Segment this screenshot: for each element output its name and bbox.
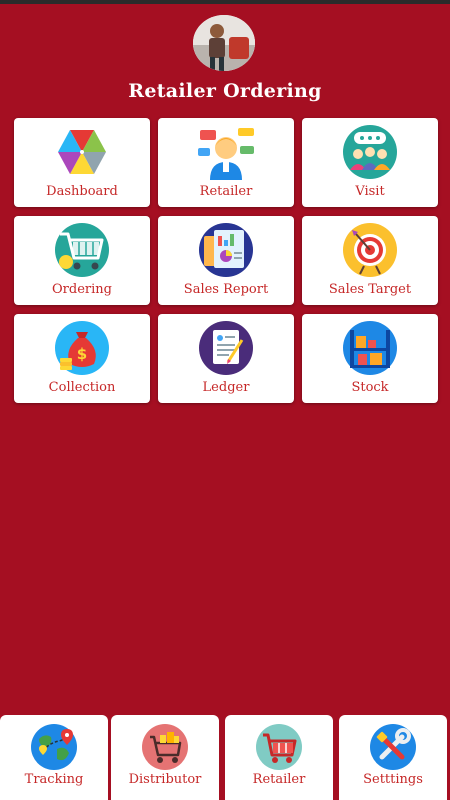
report-chart-icon bbox=[199, 223, 253, 277]
tools-icon bbox=[370, 724, 416, 770]
nav-distributor[interactable]: Distributor bbox=[111, 715, 219, 800]
collection-tile[interactable]: $ Collection bbox=[14, 314, 150, 403]
ledger-tile[interactable]: Ledger bbox=[158, 314, 294, 403]
group-chat-icon bbox=[343, 125, 397, 179]
sales-target-tile[interactable]: Sales Target bbox=[302, 216, 438, 305]
shopping-cart-icon bbox=[55, 223, 109, 277]
retailer-label: Retailer bbox=[199, 184, 253, 199]
dashboard-tile[interactable]: Dashboard bbox=[14, 118, 150, 207]
retailer-tile[interactable]: Retailer bbox=[158, 118, 294, 207]
nav-retailer-label: Retailer bbox=[252, 772, 306, 787]
collection-label: Collection bbox=[48, 380, 116, 395]
nav-retailer[interactable]: Retailer bbox=[225, 715, 333, 800]
retailer-cart-icon bbox=[256, 724, 302, 770]
bottom-nav: Tracking Distributor Retailer Setttings bbox=[0, 715, 450, 800]
ledger-label: Ledger bbox=[202, 380, 250, 395]
money-bag-icon: $ bbox=[55, 321, 109, 375]
target-arrow-icon bbox=[343, 223, 397, 277]
dashboard-label: Dashboard bbox=[46, 184, 118, 199]
ordering-label: Ordering bbox=[52, 282, 112, 297]
user-photo-icon bbox=[193, 15, 255, 71]
menu-grid: Dashboard Retailer Visit Ordering Sales … bbox=[14, 118, 438, 405]
ledger-document-icon bbox=[199, 321, 253, 375]
stock-label: Stock bbox=[351, 380, 389, 395]
status-bar bbox=[0, 0, 450, 4]
nav-settings-label: Setttings bbox=[363, 772, 423, 787]
nav-tracking[interactable]: Tracking bbox=[0, 715, 108, 800]
page-title: Retailer Ordering bbox=[128, 80, 322, 102]
nav-settings[interactable]: Setttings bbox=[339, 715, 447, 800]
sales-target-label: Sales Target bbox=[328, 282, 412, 297]
svg-text:$: $ bbox=[77, 345, 87, 363]
avatar[interactable] bbox=[193, 15, 255, 71]
retailer-person-icon bbox=[198, 128, 254, 180]
nav-tracking-label: Tracking bbox=[24, 772, 84, 787]
colorful-triangles-icon bbox=[58, 130, 106, 174]
globe-location-icon bbox=[31, 724, 77, 770]
visit-tile[interactable]: Visit bbox=[302, 118, 438, 207]
sales-report-label: Sales Report bbox=[183, 282, 269, 297]
nav-distributor-label: Distributor bbox=[128, 772, 202, 787]
sales-report-tile[interactable]: Sales Report bbox=[158, 216, 294, 305]
distributor-cart-icon bbox=[142, 724, 188, 770]
ordering-tile[interactable]: Ordering bbox=[14, 216, 150, 305]
stock-shelves-icon bbox=[343, 321, 397, 375]
visit-label: Visit bbox=[355, 184, 385, 199]
stock-tile[interactable]: Stock bbox=[302, 314, 438, 403]
